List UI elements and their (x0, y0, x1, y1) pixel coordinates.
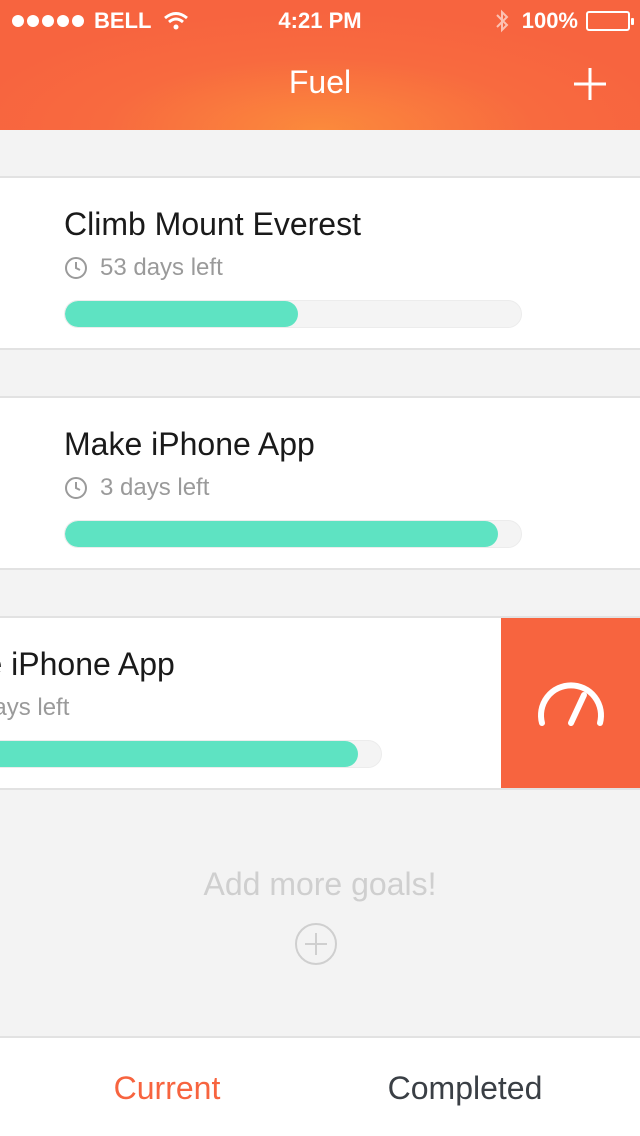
progress-bar (64, 520, 522, 548)
goal-card-swiped[interactable]: Make iPhone App 3 days left (0, 616, 640, 790)
bluetooth-icon (496, 9, 509, 33)
goal-card-content: Climb Mount Everest 53 days left (0, 178, 640, 348)
clock-icon (65, 477, 87, 499)
days-left-label: 3 days left (100, 474, 210, 501)
goal-deadline: 53 days left (64, 254, 223, 282)
battery-percent: 100% (521, 8, 578, 33)
days-left-label: 53 days left (100, 254, 223, 281)
add-more-goals-text: Add more goals! (203, 866, 437, 902)
progress-bar (0, 740, 382, 768)
goal-deadline: 3 days left (0, 694, 69, 722)
add-circle-icon[interactable] (294, 922, 338, 966)
tab-current[interactable]: Current (0, 1070, 334, 1107)
progress-fill (0, 741, 359, 767)
speedometer-icon (537, 682, 604, 726)
page-title: Fuel (288, 64, 352, 100)
header-bar: BELL 4:21 PM 100% Fuel (0, 0, 640, 130)
goal-deadline: 3 days left (64, 474, 209, 502)
tab-completed[interactable]: Completed (310, 1070, 620, 1107)
progress-bar (64, 300, 522, 328)
goal-card-content: Make iPhone App 3 days left (0, 618, 500, 788)
fuel-goal-button[interactable] (501, 618, 640, 788)
goal-title: Make iPhone App (0, 646, 175, 682)
goal-card[interactable]: Climb Mount Everest 53 days left (0, 176, 640, 350)
progress-fill (65, 301, 298, 327)
goal-card-content: Make iPhone App 3 days left (0, 398, 640, 568)
goal-title: Make iPhone App (64, 426, 315, 462)
battery-icon (586, 11, 634, 31)
status-bar: BELL 4:21 PM 100% (0, 0, 640, 40)
goal-title: Climb Mount Everest (64, 206, 361, 242)
days-left-label: 3 days left (0, 694, 70, 721)
progress-fill (65, 521, 499, 547)
goal-card[interactable]: Make iPhone App 3 days left (0, 396, 640, 570)
tab-bar: Current Completed (0, 1036, 640, 1136)
clock-icon (65, 257, 87, 279)
plus-icon[interactable] (572, 66, 608, 102)
status-right: 100% (494, 8, 634, 34)
